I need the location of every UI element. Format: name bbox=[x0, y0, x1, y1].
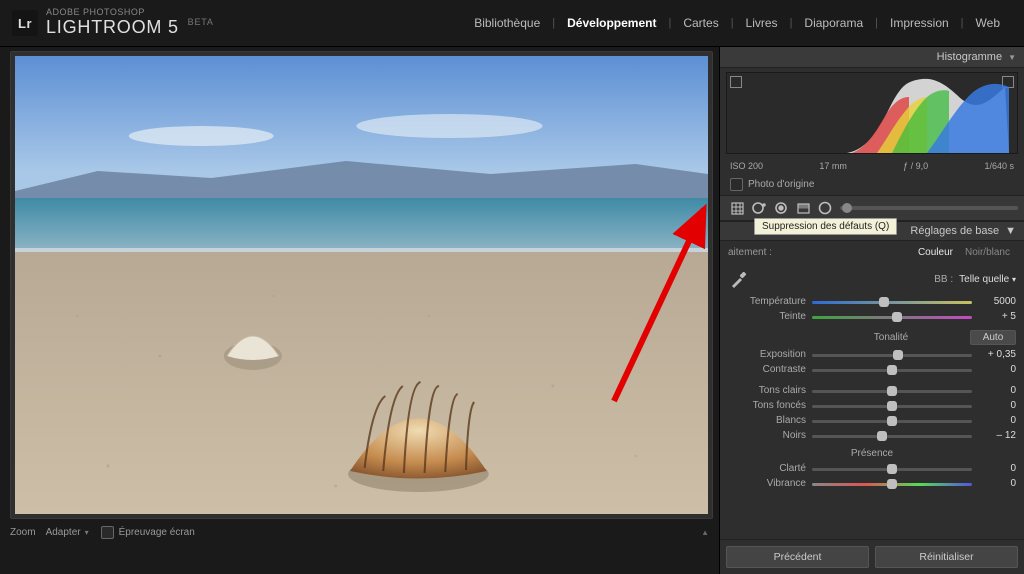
slider-exposure[interactable]: Exposition + 0,35 bbox=[720, 347, 1024, 362]
fit-label[interactable]: Adapter bbox=[46, 527, 81, 538]
filmstrip-toggle-icon[interactable]: ▲ bbox=[701, 528, 709, 537]
slider-vibrance[interactable]: Vibrance 0 bbox=[720, 476, 1024, 491]
right-panel: Histogramme▼ ISO 200 17 mm ƒ / 9,0 1/640… bbox=[719, 47, 1024, 574]
preview-column: Zoom Adapter ▾ Épreuvage écran ▲ bbox=[0, 47, 719, 574]
meta-iso: ISO 200 bbox=[730, 161, 763, 171]
app-logo: Lr bbox=[12, 10, 38, 36]
auto-tone-button[interactable]: Auto bbox=[970, 330, 1016, 345]
brush-tool-icon[interactable] bbox=[840, 198, 1018, 218]
grad-filter-tool-icon[interactable] bbox=[792, 198, 814, 218]
wb-preset[interactable]: Telle quelle ▾ bbox=[959, 274, 1016, 285]
app-header: Lr ADOBE PHOTOSHOP LIGHTROOM 5 BETA Bibl… bbox=[0, 0, 1024, 47]
module-nav: Bibliothèque| Développement| Cartes| Liv… bbox=[462, 16, 1012, 30]
meta-shutter: 1/640 s bbox=[984, 161, 1014, 171]
spot-removal-tool-icon[interactable] bbox=[748, 198, 770, 218]
histogram-header[interactable]: Histogramme▼ bbox=[720, 47, 1024, 68]
original-photo-toggle[interactable]: Photo d'origine bbox=[720, 174, 1024, 195]
product-label: LIGHTROOM 5 BETA bbox=[46, 18, 214, 38]
redeye-tool-icon[interactable] bbox=[770, 198, 792, 218]
zoom-label[interactable]: Zoom bbox=[10, 527, 36, 538]
tab-print[interactable]: Impression bbox=[878, 16, 961, 30]
slider-whites[interactable]: Blancs 0 bbox=[720, 413, 1024, 428]
tab-develop[interactable]: Développement bbox=[555, 16, 668, 30]
crop-tool-icon[interactable] bbox=[726, 198, 748, 218]
checkbox-icon bbox=[730, 178, 743, 191]
soft-proof-toggle[interactable]: Épreuvage écran bbox=[101, 526, 195, 539]
checkbox-icon bbox=[101, 526, 114, 539]
slider-highlights[interactable]: Tons clairs 0 bbox=[720, 383, 1024, 398]
app-title-block: ADOBE PHOTOSHOP LIGHTROOM 5 BETA bbox=[46, 8, 214, 38]
tab-slideshow[interactable]: Diaporama bbox=[792, 16, 875, 30]
tab-web[interactable]: Web bbox=[964, 16, 1012, 30]
history-buttons: Précédent Réinitialiser bbox=[720, 539, 1024, 574]
treatment-color[interactable]: Couleur bbox=[912, 245, 959, 260]
reset-button[interactable]: Réinitialiser bbox=[875, 546, 1018, 568]
preview-footer: Zoom Adapter ▾ Épreuvage écran ▲ bbox=[0, 521, 719, 543]
tooltip: Suppression des défauts (Q) bbox=[754, 218, 897, 235]
annotation-arrow-icon bbox=[604, 201, 714, 411]
meta-aperture: ƒ / 9,0 bbox=[903, 161, 928, 171]
eyedropper-icon[interactable] bbox=[728, 268, 750, 290]
tool-strip: Suppression des défauts (Q) bbox=[720, 195, 1024, 221]
photo-meta: ISO 200 17 mm ƒ / 9,0 1/640 s bbox=[720, 158, 1024, 174]
tab-book[interactable]: Livres bbox=[734, 16, 790, 30]
slider-tint[interactable]: Teinte + 5 bbox=[720, 309, 1024, 324]
histogram-area[interactable] bbox=[726, 72, 1018, 154]
image-preview[interactable] bbox=[15, 56, 708, 514]
slider-blacks[interactable]: Noirs – 12 bbox=[720, 428, 1024, 443]
wb-row: BB : Telle quelle ▾ bbox=[720, 264, 1024, 294]
radial-filter-tool-icon[interactable] bbox=[814, 198, 836, 218]
tab-map[interactable]: Cartes bbox=[671, 16, 730, 30]
slider-shadows[interactable]: Tons foncés 0 bbox=[720, 398, 1024, 413]
presence-title: Présence bbox=[720, 443, 1024, 461]
preview-frame bbox=[10, 51, 713, 519]
treatment-bw[interactable]: Noir/blanc bbox=[959, 245, 1016, 260]
meta-focal: 17 mm bbox=[819, 161, 847, 171]
previous-button[interactable]: Précédent bbox=[726, 546, 869, 568]
tone-header: Tonalité Auto bbox=[720, 324, 1024, 347]
treatment-row: aitement : Couleur Noir/blanc bbox=[720, 241, 1024, 264]
slider-clarity[interactable]: Clarté 0 bbox=[720, 461, 1024, 476]
tab-library[interactable]: Bibliothèque bbox=[462, 16, 552, 30]
slider-temperature[interactable]: Température 5000 bbox=[720, 294, 1024, 309]
slider-contrast[interactable]: Contraste 0 bbox=[720, 362, 1024, 377]
basic-panel: aitement : Couleur Noir/blanc BB : Telle… bbox=[720, 241, 1024, 539]
